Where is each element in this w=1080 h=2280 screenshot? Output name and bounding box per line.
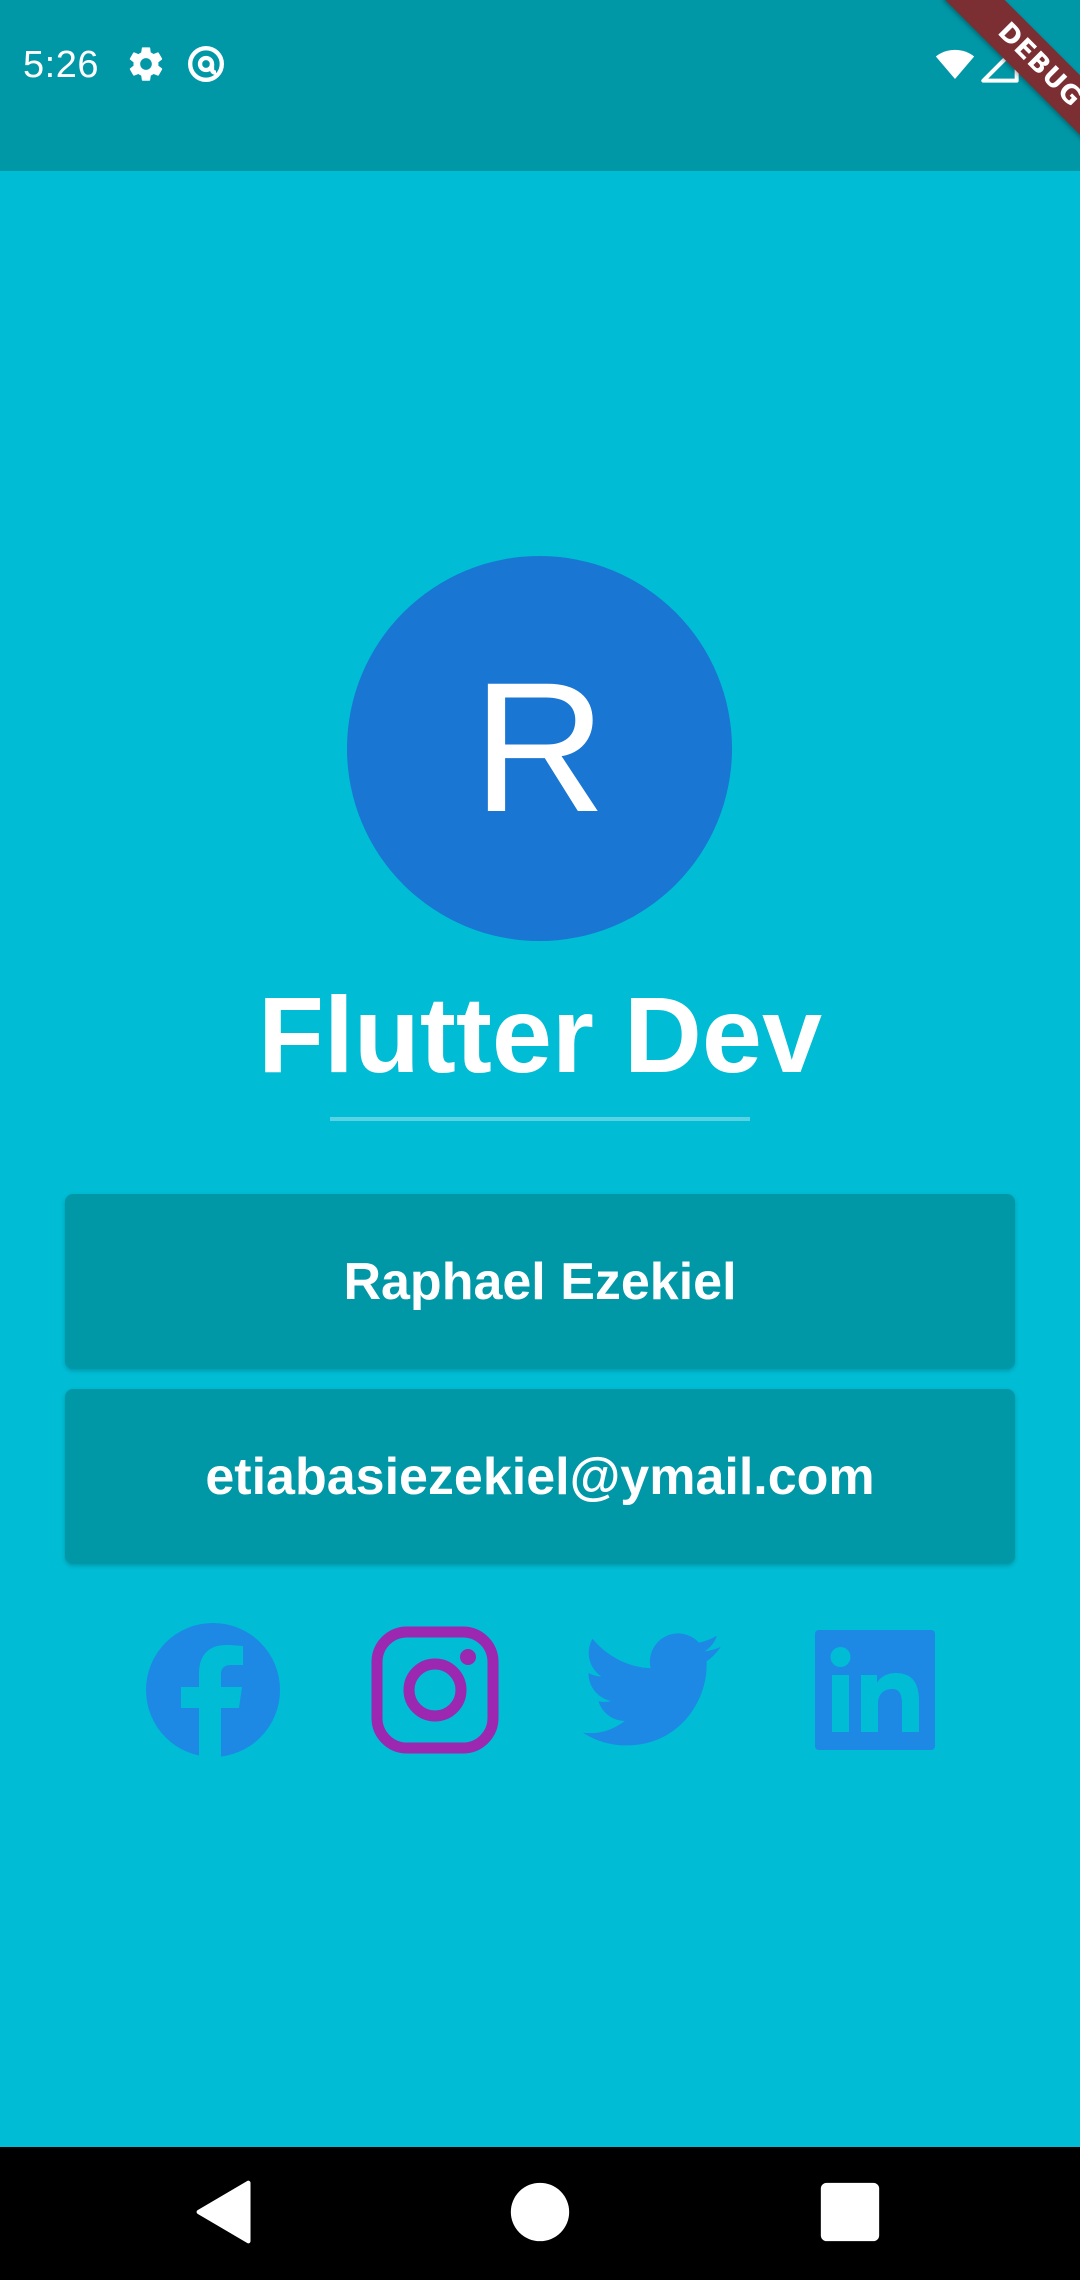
name-text: Raphael Ezekiel (343, 1252, 737, 1311)
email-text: etiabasiezekiel@ymail.com (205, 1447, 875, 1506)
instagram-icon[interactable] (365, 1620, 505, 1760)
avatar-letter: R (472, 645, 607, 851)
at-sign-icon (188, 46, 224, 82)
screen: 5:26 DEBUG R Flutter Dev Raphael Ezekiel… (0, 0, 1080, 2280)
recents-icon[interactable] (815, 2177, 885, 2247)
back-icon[interactable] (190, 2177, 260, 2247)
avatar: R (347, 556, 732, 941)
home-icon[interactable] (505, 2177, 575, 2247)
status-time: 5:26 (23, 44, 99, 86)
name-card[interactable]: Raphael Ezekiel (65, 1194, 1015, 1369)
twitter-icon[interactable] (583, 1620, 723, 1760)
page-title: Flutter Dev (257, 974, 823, 1095)
settings-gear-icon (129, 47, 163, 81)
linkedin-icon[interactable] (805, 1620, 945, 1760)
email-card[interactable]: etiabasiezekiel@ymail.com (65, 1389, 1015, 1564)
status-bar: 5:26 DEBUG (0, 0, 1080, 171)
divider (330, 1117, 750, 1121)
wifi-icon (935, 49, 975, 79)
navigation-bar (0, 2147, 1080, 2280)
facebook-icon[interactable] (143, 1620, 283, 1760)
